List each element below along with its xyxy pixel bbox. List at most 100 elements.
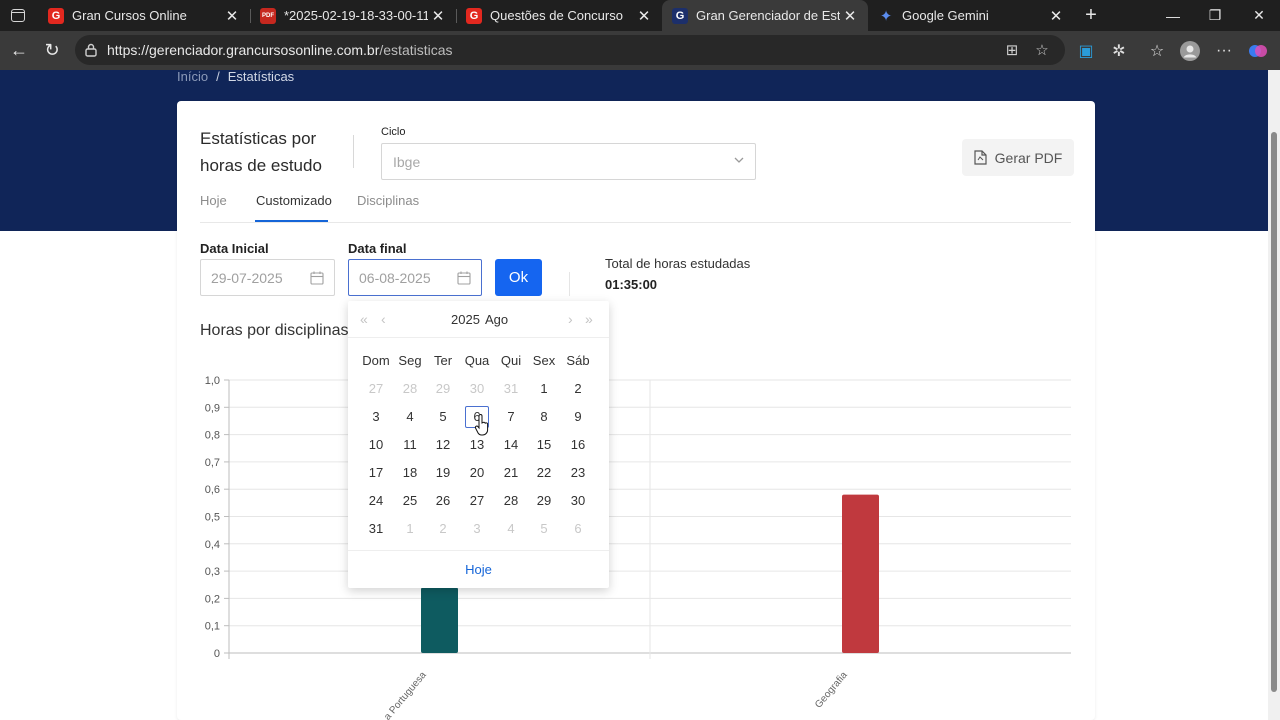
calendar-day[interactable]: 15: [532, 434, 556, 456]
tab-actions-icon[interactable]: [8, 6, 28, 26]
calendar-day[interactable]: 11: [398, 434, 422, 456]
back-arrow-icon[interactable]: ←: [8, 39, 30, 61]
statistics-card: Estatísticas por horas de estudo Ciclo I…: [177, 101, 1095, 720]
close-tab-icon[interactable]: ✕: [428, 6, 448, 26]
calendar-day[interactable]: 1: [398, 518, 422, 540]
today-link[interactable]: Hoje: [348, 562, 609, 577]
close-tab-icon[interactable]: ✕: [1046, 6, 1066, 26]
page-scrollbar[interactable]: [1268, 70, 1280, 720]
address-bar[interactable]: https://gerenciador.grancursosonline.com…: [75, 35, 1065, 65]
calendar-day[interactable]: 30: [465, 378, 489, 400]
start-date-label: Data Inicial: [200, 241, 269, 256]
tab-customizado[interactable]: Customizado: [256, 193, 332, 208]
calendar-day[interactable]: 13: [465, 434, 489, 456]
ciclo-label: Ciclo: [381, 126, 406, 138]
browser-tab-gerenciador[interactable]: G Gran Gerenciador de Estudos ✕: [662, 0, 868, 31]
calendar-day[interactable]: 3: [364, 406, 388, 428]
calendar-day[interactable]: 23: [566, 462, 590, 484]
minimize-button[interactable]: —: [1150, 0, 1196, 31]
calendar-day[interactable]: 20: [465, 462, 489, 484]
extensions-puzzle-icon[interactable]: ✲: [1108, 40, 1130, 62]
calendar-day[interactable]: 31: [499, 378, 523, 400]
new-tab-button[interactable]: +: [1080, 5, 1102, 27]
ciclo-select[interactable]: Ibge: [381, 143, 756, 180]
bar-1[interactable]: [421, 587, 458, 653]
calendar-day[interactable]: 28: [398, 378, 422, 400]
calendar-day[interactable]: 7: [499, 406, 523, 428]
calendar-day[interactable]: 10: [364, 434, 388, 456]
hours-by-discipline-chart: 0 0,1 0,2 0,3 0,4 0,5 0,6 0,7 0,8 0,9 1,0 a Portugu…: [205, 375, 1071, 720]
browser-tab-gran-cursos[interactable]: G Gran Cursos Online ✕: [38, 0, 250, 31]
picker-month[interactable]: Ago: [485, 312, 508, 327]
calendar-day[interactable]: 12: [431, 434, 455, 456]
calendar-day[interactable]: 2: [431, 518, 455, 540]
calendar-day[interactable]: 4: [398, 406, 422, 428]
browser-tab-questoes[interactable]: G Questões de Concurso ✕: [456, 0, 662, 31]
calendar-day[interactable]: 28: [499, 490, 523, 512]
ok-button[interactable]: Ok: [495, 259, 542, 296]
calendar-day[interactable]: 18: [398, 462, 422, 484]
browser-tab-pdf[interactable]: PDF *2025-02-19-18-33-00-11031 ✕: [250, 0, 456, 31]
copilot-icon[interactable]: [1247, 40, 1269, 62]
y-tick-label: 0,6: [205, 484, 220, 496]
bar-2[interactable]: [842, 494, 879, 653]
tab-hoje[interactable]: Hoje: [200, 193, 227, 208]
prev-month-icon[interactable]: ‹: [381, 311, 386, 327]
browser-toolbar: ← ↻ https://gerenciador.grancursosonline…: [0, 31, 1280, 70]
breadcrumb: Início / Estatísticas: [177, 69, 295, 84]
calendar-day[interactable]: 2: [566, 378, 590, 400]
next-year-icon[interactable]: »: [585, 311, 593, 327]
next-month-icon[interactable]: ›: [568, 311, 573, 327]
tab-disciplinas[interactable]: Disciplinas: [357, 193, 419, 208]
calendar-day[interactable]: 26: [431, 490, 455, 512]
calendar-day[interactable]: 8: [532, 406, 556, 428]
calendar-day[interactable]: 30: [566, 490, 590, 512]
extension-icon[interactable]: ▣: [1075, 40, 1097, 62]
profile-avatar-icon[interactable]: [1179, 40, 1201, 62]
generate-pdf-button[interactable]: Gerar PDF: [962, 139, 1074, 176]
calendar-day[interactable]: 31: [364, 518, 388, 540]
calendar-day[interactable]: 19: [431, 462, 455, 484]
calendar-day[interactable]: 16: [566, 434, 590, 456]
more-menu-icon[interactable]: ···: [1213, 40, 1235, 62]
calendar-day[interactable]: 27: [465, 490, 489, 512]
calendar-day[interactable]: 29: [431, 378, 455, 400]
calendar-day[interactable]: 21: [499, 462, 523, 484]
y-tick-label: 0,2: [205, 593, 220, 605]
calendar-day[interactable]: 3: [465, 518, 489, 540]
close-tab-icon[interactable]: ✕: [840, 6, 860, 26]
start-date-input[interactable]: 29-07-2025: [200, 259, 335, 296]
y-tick-label: 0,8: [205, 430, 220, 442]
scrollbar-thumb[interactable]: [1271, 132, 1277, 692]
close-tab-icon[interactable]: ✕: [634, 6, 654, 26]
calendar-day[interactable]: 29: [532, 490, 556, 512]
breadcrumb-home-link[interactable]: Início: [177, 69, 208, 84]
close-tab-icon[interactable]: ✕: [222, 6, 242, 26]
weekday-header: Seg: [398, 353, 422, 368]
calendar-day[interactable]: 14: [499, 434, 523, 456]
calendar-day[interactable]: 25: [398, 490, 422, 512]
favorites-icon[interactable]: ☆: [1146, 40, 1168, 62]
calendar-day[interactable]: 22: [532, 462, 556, 484]
calendar-day[interactable]: 24: [364, 490, 388, 512]
pdf-icon: PDF: [260, 7, 276, 24]
close-window-button[interactable]: ✕: [1236, 0, 1280, 31]
prev-year-icon[interactable]: «: [360, 311, 368, 327]
browser-tab-gemini[interactable]: ✦ Google Gemini ✕: [868, 0, 1074, 31]
calendar-day[interactable]: 4: [499, 518, 523, 540]
calendar-day[interactable]: 9: [566, 406, 590, 428]
calendar-day[interactable]: 6: [566, 518, 590, 540]
gran-logo-icon: G: [672, 7, 688, 24]
calendar-day[interactable]: 17: [364, 462, 388, 484]
calendar-day[interactable]: 27: [364, 378, 388, 400]
calendar-day[interactable]: 1: [532, 378, 556, 400]
end-date-input[interactable]: 06-08-2025: [348, 259, 482, 296]
calendar-day[interactable]: 5: [431, 406, 455, 428]
picker-year[interactable]: 2025: [451, 312, 480, 327]
calendar-day[interactable]: 5: [532, 518, 556, 540]
favorite-star-icon[interactable]: ☆: [1033, 41, 1051, 59]
weekday-header: Ter: [433, 353, 453, 368]
restore-button[interactable]: ❐: [1192, 0, 1238, 31]
app-grid-icon[interactable]: ⊞: [1003, 41, 1021, 59]
reload-icon[interactable]: ↻: [41, 39, 63, 61]
